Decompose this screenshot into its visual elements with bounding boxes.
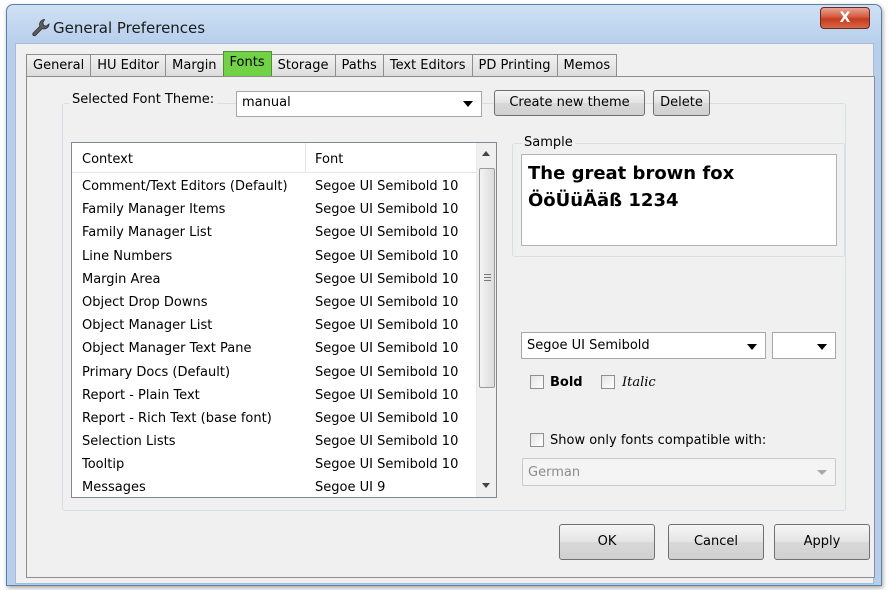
grip-icon (484, 274, 491, 281)
font-theme-select[interactable]: manual (236, 91, 482, 117)
font-cell: Segoe UI Semibold 10 (315, 225, 459, 241)
context-cell: Selection Lists (82, 434, 176, 450)
font-cell: Segoe UI Semibold 10 (315, 294, 459, 310)
font-cell: Segoe UI Semibold 10 (315, 202, 459, 218)
sample-line-2: ÖöÜüÄäß 1234 (528, 190, 679, 211)
font-cell: Segoe UI Semibold 10 (315, 410, 459, 426)
context-cell: Object Manager List (82, 318, 213, 334)
font-theme-value: manual (242, 95, 291, 110)
context-cell: Object Manager Text Pane (82, 341, 252, 357)
list-rows: Comment/Text Editors (Default) Segoe UI S… (72, 177, 477, 497)
tab-pd-printing[interactable]: PD Printing (471, 54, 558, 76)
compat-language-value: German (528, 465, 581, 480)
list-item[interactable]: Primary Docs (Default) Segoe UI Semibold … (72, 363, 477, 386)
wrench-icon (32, 19, 50, 37)
context-cell: Report - Plain Text (82, 387, 200, 403)
chevron-down-icon (817, 344, 827, 350)
list-item[interactable]: Family Manager Items Segoe UI Semibold 10 (72, 200, 477, 223)
font-cell: Segoe UI 9 (315, 480, 386, 496)
font-cell: Segoe UI Semibold 10 (315, 248, 459, 264)
context-cell: Primary Docs (Default) (82, 364, 231, 380)
compat-label: Show only fonts compatible with: (550, 433, 767, 448)
list-item[interactable]: Object Drop Downs Segoe UI Semibold 10 (72, 293, 477, 316)
column-divider[interactable] (305, 143, 306, 172)
tab-text-editors[interactable]: Text Editors (382, 54, 473, 76)
column-header-context[interactable]: Context (82, 152, 133, 167)
font-cell: Segoe UI Semibold 10 (315, 318, 459, 334)
sample-text: The great brown fox ÖöÜüÄäß 1234 (528, 160, 734, 214)
apply-button[interactable]: Apply (774, 524, 870, 560)
font-name-value: Segoe UI Semibold (527, 338, 650, 353)
scroll-up-arrow-icon[interactable] (482, 151, 490, 156)
scrollbar-thumb[interactable] (479, 168, 495, 388)
tab-fonts[interactable]: Fonts (222, 51, 272, 76)
sample-preview: The great brown fox ÖöÜüÄäß 1234 (521, 154, 837, 246)
compat-language-select[interactable]: German (522, 458, 836, 486)
list-item[interactable]: Line Numbers Segoe UI Semibold 10 (72, 247, 477, 270)
font-cell: Segoe UI Semibold 10 (315, 364, 459, 380)
context-cell: Object Drop Downs (82, 294, 208, 310)
font-cell: Segoe UI Semibold 10 (315, 271, 459, 287)
list-item[interactable]: Selection Lists Segoe UI Semibold 10 (72, 432, 477, 455)
font-cell: Segoe UI Semibold 10 (315, 457, 459, 473)
list-item[interactable]: Margin Area Segoe UI Semibold 10 (72, 270, 477, 293)
font-theme-label: Selected Font Theme: (69, 92, 218, 107)
list-item[interactable]: Report - Plain Text Segoe UI Semibold 10 (72, 386, 477, 409)
context-cell: Line Numbers (82, 248, 173, 264)
tab-general[interactable]: General (26, 54, 92, 76)
tab-hu-editor[interactable]: HU Editor (90, 54, 167, 76)
list-item[interactable]: Family Manager List Segoe UI Semibold 10 (72, 223, 477, 246)
sample-label: Sample (522, 135, 575, 150)
ok-button[interactable]: OK (559, 524, 655, 560)
create-theme-button[interactable]: Create new theme (494, 90, 645, 116)
list-item[interactable]: Object Manager Text Pane Segoe UI Semibol… (72, 339, 477, 362)
font-cell: Segoe UI Semibold 10 (315, 179, 459, 194)
column-header-font[interactable]: Font (315, 152, 343, 167)
list-header: Context Font (72, 143, 477, 173)
font-cell: Segoe UI Semibold 10 (315, 434, 459, 450)
tab-strip: General HU Editor Margin Fonts Storage P… (26, 51, 618, 76)
chevron-down-icon (463, 101, 473, 107)
delete-theme-button[interactable]: Delete (653, 90, 710, 116)
list-item[interactable]: Comment/Text Editors (Default) Segoe UI S… (72, 177, 477, 200)
tab-margin[interactable]: Margin (165, 54, 224, 76)
cancel-button[interactable]: Cancel (668, 524, 764, 560)
list-item[interactable]: Tooltip Segoe UI Semibold 10 (72, 455, 477, 478)
context-cell: Family Manager List (82, 225, 212, 241)
sample-line-1: The great brown fox (528, 163, 735, 184)
list-scrollbar[interactable] (476, 143, 496, 497)
scroll-down-arrow-icon[interactable] (482, 483, 490, 488)
context-cell: Messages (82, 480, 146, 496)
bold-label: Bold (550, 375, 583, 390)
font-cell: Segoe UI Semibold 10 (315, 341, 459, 357)
context-cell: Comment/Text Editors (Default) (82, 179, 288, 194)
font-context-list[interactable]: Context Font Comment/Text Editors (Defau… (71, 142, 497, 498)
font-cell: Segoe UI Semibold 10 (315, 387, 459, 403)
tab-paths[interactable]: Paths (334, 54, 384, 76)
list-item[interactable]: Object Manager List Segoe UI Semibold 10 (72, 316, 477, 339)
tab-memos[interactable]: Memos (556, 54, 618, 76)
context-cell: Margin Area (82, 271, 161, 287)
context-cell: Report - Rich Text (base font) (82, 410, 272, 426)
bold-checkbox[interactable] (530, 375, 544, 389)
close-button[interactable]: X (820, 7, 870, 29)
italic-checkbox[interactable] (601, 375, 615, 389)
compat-checkbox[interactable] (530, 433, 544, 447)
context-cell: Tooltip (82, 457, 125, 473)
font-name-select[interactable]: Segoe UI Semibold (521, 332, 766, 359)
title-bar[interactable]: General Preferences X (7, 5, 881, 43)
tab-storage[interactable]: Storage (270, 54, 336, 76)
font-size-select[interactable] (772, 332, 836, 359)
list-item[interactable]: Messages Segoe UI 9 (72, 478, 477, 497)
chevron-down-icon (747, 344, 757, 350)
chevron-down-icon (817, 470, 827, 475)
window-title: General Preferences (53, 19, 206, 37)
context-cell: Family Manager Items (82, 202, 226, 218)
italic-label: Italic (622, 375, 656, 390)
list-item[interactable]: Report - Rich Text (base font) Segoe UI S… (72, 409, 477, 432)
